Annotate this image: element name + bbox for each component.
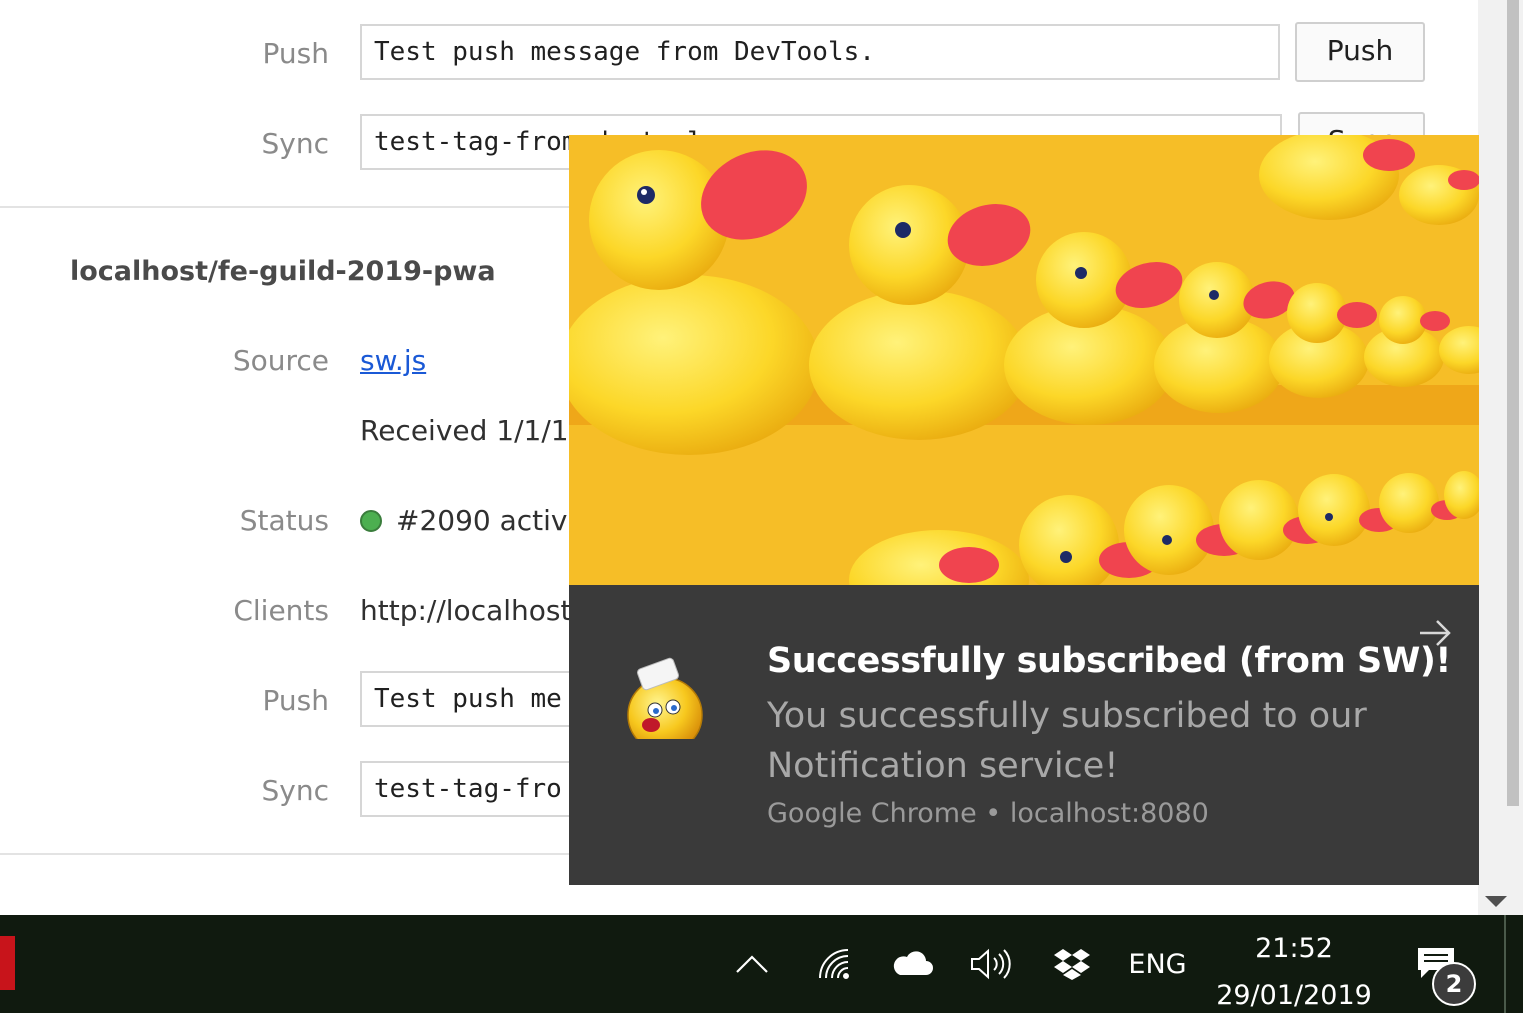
show-desktop-edge[interactable] — [1504, 915, 1506, 1013]
taskbar-app-icon[interactable] — [0, 936, 15, 990]
clock-date: 29/01/2019 — [1216, 980, 1372, 1011]
status-value: #2090 activat — [360, 504, 596, 537]
windows-taskbar: ENG 21:52 29/01/2019 2 — [0, 915, 1523, 1013]
volume-speaker-icon[interactable] — [966, 915, 1014, 1013]
sync-label-2: Sync — [261, 774, 329, 807]
scrollbar-thumb[interactable] — [1507, 0, 1519, 806]
status-text: #2090 activat — [396, 504, 596, 537]
onedrive-cloud-icon[interactable] — [888, 915, 936, 1013]
push-message-input[interactable]: Test push message from DevTools. — [360, 24, 1280, 80]
notification-count-badge: 2 — [1432, 962, 1476, 1006]
service-worker-scope-heading: localhost/fe-guild-2019-pwa — [70, 256, 496, 287]
emoji-face-icon — [627, 657, 703, 739]
status-label: Status — [239, 504, 329, 537]
clock-time: 21:52 — [1255, 933, 1333, 964]
notification-separator: • — [985, 798, 1002, 829]
chrome-notification-toast[interactable]: Successfully subscribed (from SW)! You s… — [569, 135, 1479, 885]
status-indicator-icon — [360, 510, 382, 532]
sync-label: Sync — [261, 127, 329, 160]
received-text: Received 1/1/19 — [360, 414, 587, 447]
clients-label: Clients — [233, 594, 329, 627]
clients-url[interactable]: http://localhost: — [360, 594, 581, 627]
ducks-illustration — [569, 135, 1479, 585]
wifi-icon[interactable] — [812, 915, 856, 1013]
notification-origin: localhost:8080 — [1009, 798, 1209, 829]
notification-source: Google Chrome • localhost:8080 — [767, 798, 1209, 829]
scroll-down-arrow-icon[interactable] — [1485, 896, 1507, 907]
taskbar-clock[interactable]: 21:52 29/01/2019 — [1205, 925, 1383, 1019]
dropbox-icon[interactable] — [1048, 915, 1096, 1013]
source-label: Source — [232, 344, 329, 377]
notification-body: You successfully subscribed to our Notif… — [767, 696, 1367, 786]
input-language-indicator[interactable]: ENG — [1120, 915, 1195, 1013]
notification-app-name: Google Chrome — [767, 798, 977, 829]
show-hidden-icons-chevron-up-icon[interactable] — [730, 915, 774, 1013]
source-link[interactable]: sw.js — [360, 344, 426, 377]
push-label-2: Push — [262, 684, 329, 717]
push-label: Push — [262, 37, 329, 70]
notification-title: Successfully subscribed (from SW)! — [767, 641, 1451, 681]
push-button[interactable]: Push — [1295, 22, 1425, 82]
rubber-ducks-image — [569, 135, 1479, 585]
